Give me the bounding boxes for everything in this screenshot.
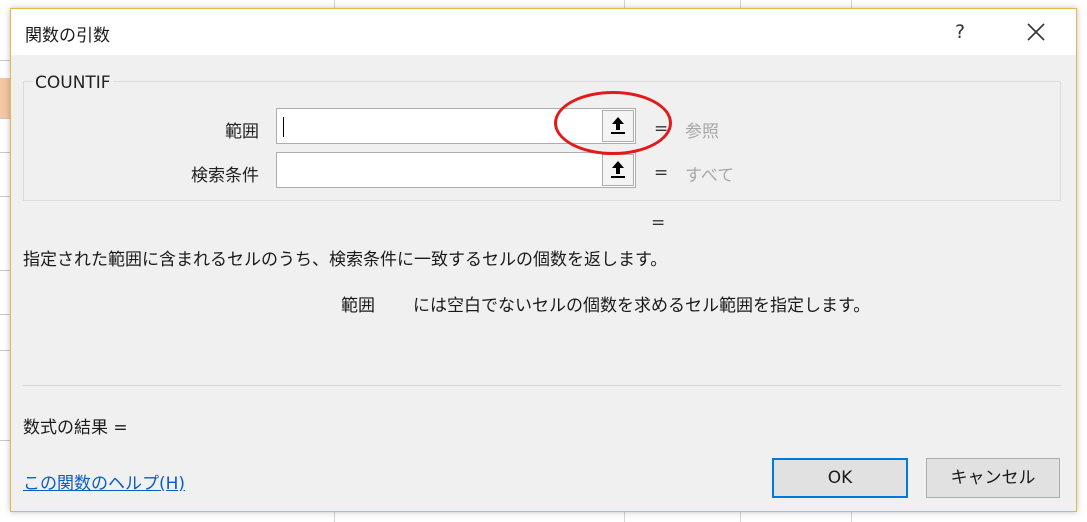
arg-label-range: 範囲 [225, 122, 259, 142]
arg-description-name: 範囲 [341, 296, 375, 316]
help-button[interactable]: ? [945, 17, 975, 47]
arg-value-range: 参照 [685, 122, 719, 142]
close-button[interactable] [1019, 17, 1053, 47]
arg-value-criteria: すべて [685, 166, 735, 186]
close-icon [1027, 23, 1045, 41]
highlight-circle [554, 91, 672, 155]
function-result-equals: = [651, 213, 666, 233]
function-arguments-dialog: 関数の引数 ? COUNTIF 範囲 = 参照 検索条件 = すべて = 指定さ… [10, 8, 1077, 512]
title-bar: 関数の引数 ? [11, 9, 1076, 55]
formula-result: 数式の結果 = [23, 418, 128, 438]
criteria-ref-button[interactable] [602, 154, 634, 186]
collapse-dialog-arrow-icon [611, 161, 625, 178]
cancel-button[interactable]: キャンセル [926, 458, 1060, 498]
divider [23, 385, 1061, 386]
function-help-link[interactable]: この関数のヘルプ(H) [23, 469, 185, 494]
dialog-title: 関数の引数 [25, 26, 110, 46]
arg-equals-sign: = [654, 163, 669, 183]
criteria-input[interactable] [276, 152, 636, 188]
ok-button[interactable]: OK [772, 458, 908, 498]
text-caret [283, 117, 284, 137]
function-description: 指定された範囲に含まれるセルのうち、検索条件に一致するセルの個数を返します。 [23, 250, 668, 270]
arg-label-criteria: 検索条件 [191, 166, 259, 186]
arg-description-text: には空白でないセルの個数を求めるセル範囲を指定します。 [413, 296, 871, 316]
function-name: COUNTIF [33, 73, 113, 93]
